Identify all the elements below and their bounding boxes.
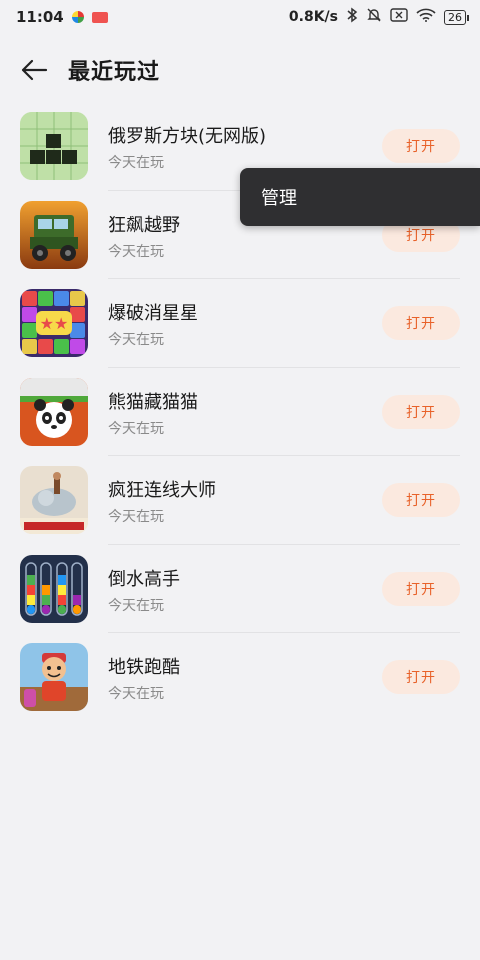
manage-menu-item[interactable]: 管理	[261, 184, 297, 210]
game-status: 今天在玩	[108, 509, 164, 525]
tetris-icon	[20, 112, 88, 180]
water-sort-icon	[20, 554, 88, 623]
open-button[interactable]: 打开	[382, 394, 460, 429]
back-button[interactable]	[4, 48, 64, 92]
game-name: 俄罗斯方块(无网版)	[108, 126, 267, 147]
pop-stars-icon: ★★	[20, 289, 88, 357]
arrow-left-icon	[21, 59, 48, 81]
battery-indicator: 26	[444, 9, 469, 25]
game-name: 倒水高手	[108, 568, 180, 590]
panda-icon	[20, 377, 88, 446]
game-status: 今天在玩	[108, 420, 164, 437]
game-name: 地铁跑酷	[108, 657, 180, 678]
list-item[interactable]: 疯狂连线大师 今天在玩 打开	[0, 456, 480, 545]
game-status: 今天在玩	[108, 686, 164, 702]
open-button[interactable]: 打开	[382, 660, 460, 694]
notification-badge-icon	[91, 11, 108, 23]
page-header: 最近玩过	[0, 48, 480, 92]
list-item[interactable]: 熊猫藏猫猫 今天在玩 打开	[0, 368, 480, 456]
list-item[interactable]: 倒水高手 今天在玩 打开	[0, 545, 480, 633]
mute-bell-icon	[366, 7, 382, 27]
game-status: 今天在玩	[108, 332, 164, 348]
status-bar: 11:04 0.8K/s 26	[0, 0, 480, 34]
network-speed: 0.8K/s	[288, 9, 338, 25]
list-item[interactable]: 地铁跑酷 今天在玩 打开	[0, 633, 480, 722]
offroad-truck-icon	[20, 200, 88, 269]
open-button[interactable]: 打开	[382, 129, 460, 163]
status-time: 11:04	[16, 8, 64, 26]
svg-text:★★: ★★	[40, 314, 69, 333]
game-name: 爆破消星星	[108, 303, 198, 324]
page-title: 最近玩过	[68, 60, 161, 85]
game-name: 疯狂连线大师	[108, 480, 216, 501]
crazy-line-icon	[20, 466, 88, 534]
game-name: 熊猫藏猫猫	[108, 391, 198, 413]
no-sim-icon	[390, 8, 408, 26]
wifi-icon	[416, 8, 436, 26]
bluetooth-icon	[346, 7, 358, 27]
status-right: 0.8K/s 26	[288, 7, 469, 27]
list-item[interactable]: ★★ 爆破消星星 今天在玩 打开	[0, 279, 480, 368]
game-status: 今天在玩	[108, 597, 164, 614]
manage-menu-popup[interactable]: 管理	[240, 168, 480, 226]
subway-runner-icon	[20, 643, 88, 711]
notification-app-icon	[71, 11, 84, 23]
status-left: 11:04	[16, 8, 108, 26]
game-name: 狂飙越野	[108, 214, 180, 236]
open-button[interactable]: 打开	[382, 483, 460, 517]
open-button[interactable]: 打开	[382, 571, 460, 606]
game-status: 今天在玩	[108, 155, 164, 171]
open-button[interactable]: 打开	[382, 306, 460, 340]
game-status: 今天在玩	[108, 243, 164, 260]
